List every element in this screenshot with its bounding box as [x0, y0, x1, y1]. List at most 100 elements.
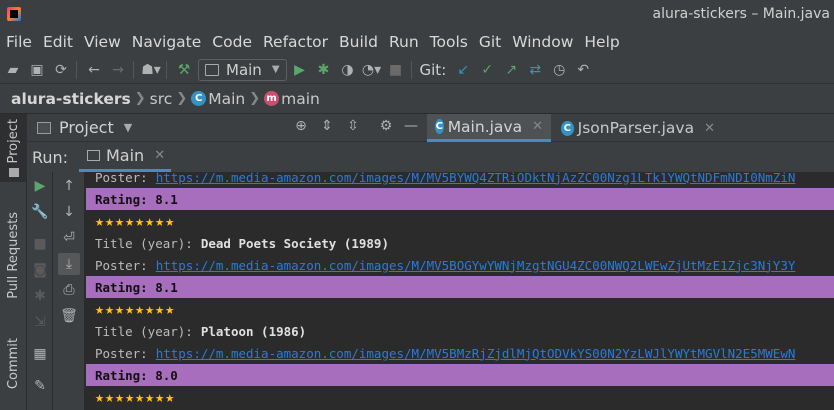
camera-icon[interactable]: ◙ [29, 259, 51, 281]
run-icon[interactable]: ▶ [289, 59, 311, 81]
breadcrumb-project[interactable]: alura-stickers [11, 90, 131, 108]
gear-icon[interactable]: ⚙ [376, 118, 396, 134]
run-tab-label: Main [106, 146, 145, 165]
scroll-to-end-icon[interactable]: ⤓ [58, 253, 80, 275]
menu-code[interactable]: Code [208, 33, 256, 51]
close-icon[interactable]: ✕ [154, 148, 165, 163]
toolbar-divider [166, 60, 167, 79]
toolbar-divider [410, 60, 412, 79]
side-tab-project[interactable]: Project [0, 114, 27, 182]
run-configuration-label: Main [226, 60, 262, 79]
breadcrumb-folder[interactable]: src [150, 90, 173, 108]
title-value: Dead Poets Society (1989) [200, 235, 389, 251]
console-line-title: Title (year): Dead Poets Society (1989) [86, 232, 834, 254]
breadcrumb-method[interactable]: main [281, 90, 320, 108]
breadcrumb: alura-stickers ❯ src ❯ C Main ❯ m main [0, 84, 834, 114]
menu-tools[interactable]: Tools [426, 33, 472, 51]
git-history-icon[interactable]: ◷ [548, 59, 570, 81]
forward-arrow-icon[interactable]: → [107, 59, 129, 81]
side-tab-commit[interactable]: Commit [0, 324, 27, 404]
menu-navigate[interactable]: Navigate [128, 33, 206, 51]
git-rollback-icon[interactable]: ↶ [572, 59, 594, 81]
wrench-icon[interactable]: 🔧 [29, 201, 51, 223]
console-actions-column: ↑ ↓ ⏎ ⤓ ⎙ 🗑 [53, 172, 85, 410]
menu-build[interactable]: Build [335, 33, 382, 51]
side-tab-pull-requests-label: Pull Requests [6, 211, 21, 299]
poster-label: Poster: [95, 257, 148, 273]
tab-jsonparser-java[interactable]: C JsonParser.java ✕ [553, 114, 723, 142]
close-icon[interactable]: ✕ [704, 121, 715, 136]
menu-refactor[interactable]: Refactor [259, 33, 332, 51]
down-arrow-icon[interactable]: ↓ [58, 201, 80, 223]
run-panel-label: Run: [32, 147, 69, 167]
profile-icon[interactable]: ◔▾ [361, 59, 383, 81]
soft-wrap-icon[interactable]: ⏎ [58, 227, 80, 249]
class-icon: C [561, 120, 574, 136]
expand-all-icon[interactable]: ⇕ [317, 118, 337, 134]
console-line-stars: ★★★★★★★★ [95, 300, 176, 318]
intellij-logo-icon [7, 7, 21, 21]
breadcrumb-separator: ❯ [249, 91, 261, 106]
git-update-icon[interactable]: ↙ [452, 59, 474, 81]
run-configuration-select[interactable]: Main ▼ [198, 58, 287, 81]
console-line-poster: Poster: https://m.media-amazon.com/image… [86, 342, 834, 364]
run-tab-main[interactable]: Main ✕ [79, 142, 172, 172]
menu-run[interactable]: Run [385, 33, 423, 51]
method-icon: m [264, 91, 280, 106]
run-actions-column: ▶ 🔧 ■ ◙ ✱ ⇲ ▦ ✎ [27, 172, 53, 410]
git-compare-icon[interactable]: ⇄ [524, 59, 546, 81]
poster-label: Poster: [95, 172, 148, 185]
project-window-icon [37, 121, 51, 134]
locate-crosshair-icon[interactable]: ⊕ [291, 118, 311, 134]
toolbar-divider [133, 60, 134, 79]
class-icon: C [191, 91, 207, 106]
menu-edit[interactable]: Edit [39, 33, 77, 51]
stop-icon[interactable]: ■ [29, 233, 51, 255]
debug-bug-icon[interactable]: ✱ [29, 285, 51, 307]
git-label: Git: [419, 60, 447, 79]
sync-icon[interactable]: ⟳ [50, 59, 72, 81]
print-icon[interactable]: ⎙ [58, 279, 80, 301]
chevron-down-icon: ▼ [271, 64, 280, 75]
side-tab-project-label: Project [6, 119, 21, 164]
console-line-rating: Rating: 8.0 [86, 364, 834, 386]
open-folder-icon[interactable]: ▰ [2, 59, 24, 81]
tab-main-java[interactable]: C Main.java ✕ [427, 114, 551, 142]
build-hammer-icon[interactable]: ⚒ [173, 59, 195, 81]
menu-view[interactable]: View [80, 33, 125, 51]
pin-icon[interactable]: ✎ [29, 375, 51, 397]
close-icon[interactable]: ✕ [532, 119, 543, 134]
project-panel-title[interactable]: Project [59, 118, 114, 137]
coverage-icon[interactable]: ◑ [337, 59, 359, 81]
menu-window[interactable]: Window [508, 33, 577, 51]
menu-file[interactable]: File [2, 33, 36, 51]
poster-link[interactable]: https://m.media-amazon.com/images/M/MV5B… [156, 346, 796, 361]
side-tab-pull-requests[interactable]: Pull Requests [0, 200, 27, 310]
chevron-down-icon[interactable]: ▼ [124, 121, 132, 134]
class-icon: C [435, 119, 444, 134]
trash-icon[interactable]: 🗑 [58, 305, 80, 327]
poster-link[interactable]: https://m.media-amazon.com/images/M/MV5B… [156, 172, 796, 185]
save-all-icon[interactable]: ▣ [26, 59, 48, 81]
menu-git[interactable]: Git [475, 33, 505, 51]
git-commit-icon[interactable]: ✓ [476, 59, 498, 81]
folder-icon [8, 167, 19, 177]
application-icon [205, 63, 219, 76]
git-push-icon[interactable]: ↗ [500, 59, 522, 81]
console-output[interactable]: Poster: https://m.media-amazon.com/image… [86, 172, 834, 410]
up-arrow-icon[interactable]: ↑ [58, 175, 80, 197]
poster-link[interactable]: https://m.media-amazon.com/images/M/MV5B… [156, 258, 796, 273]
debug-icon[interactable]: ✱ [313, 59, 335, 81]
layout-icon[interactable]: ▦ [29, 343, 51, 365]
side-tab-commit-label: Commit [6, 338, 21, 390]
stop-icon[interactable]: ■ [385, 59, 407, 81]
menu-bar: File Edit View Navigate Code Refactor Bu… [0, 28, 834, 56]
breadcrumb-class[interactable]: Main [208, 90, 245, 108]
menu-help[interactable]: Help [580, 33, 623, 51]
user-icon[interactable]: ☗▾ [140, 59, 162, 81]
minimize-icon[interactable]: — [401, 118, 421, 134]
rerun-icon[interactable]: ▶ [29, 175, 51, 197]
exit-icon[interactable]: ⇲ [29, 311, 51, 333]
collapse-all-icon[interactable]: ⇳ [343, 118, 363, 134]
back-arrow-icon[interactable]: ← [83, 59, 105, 81]
